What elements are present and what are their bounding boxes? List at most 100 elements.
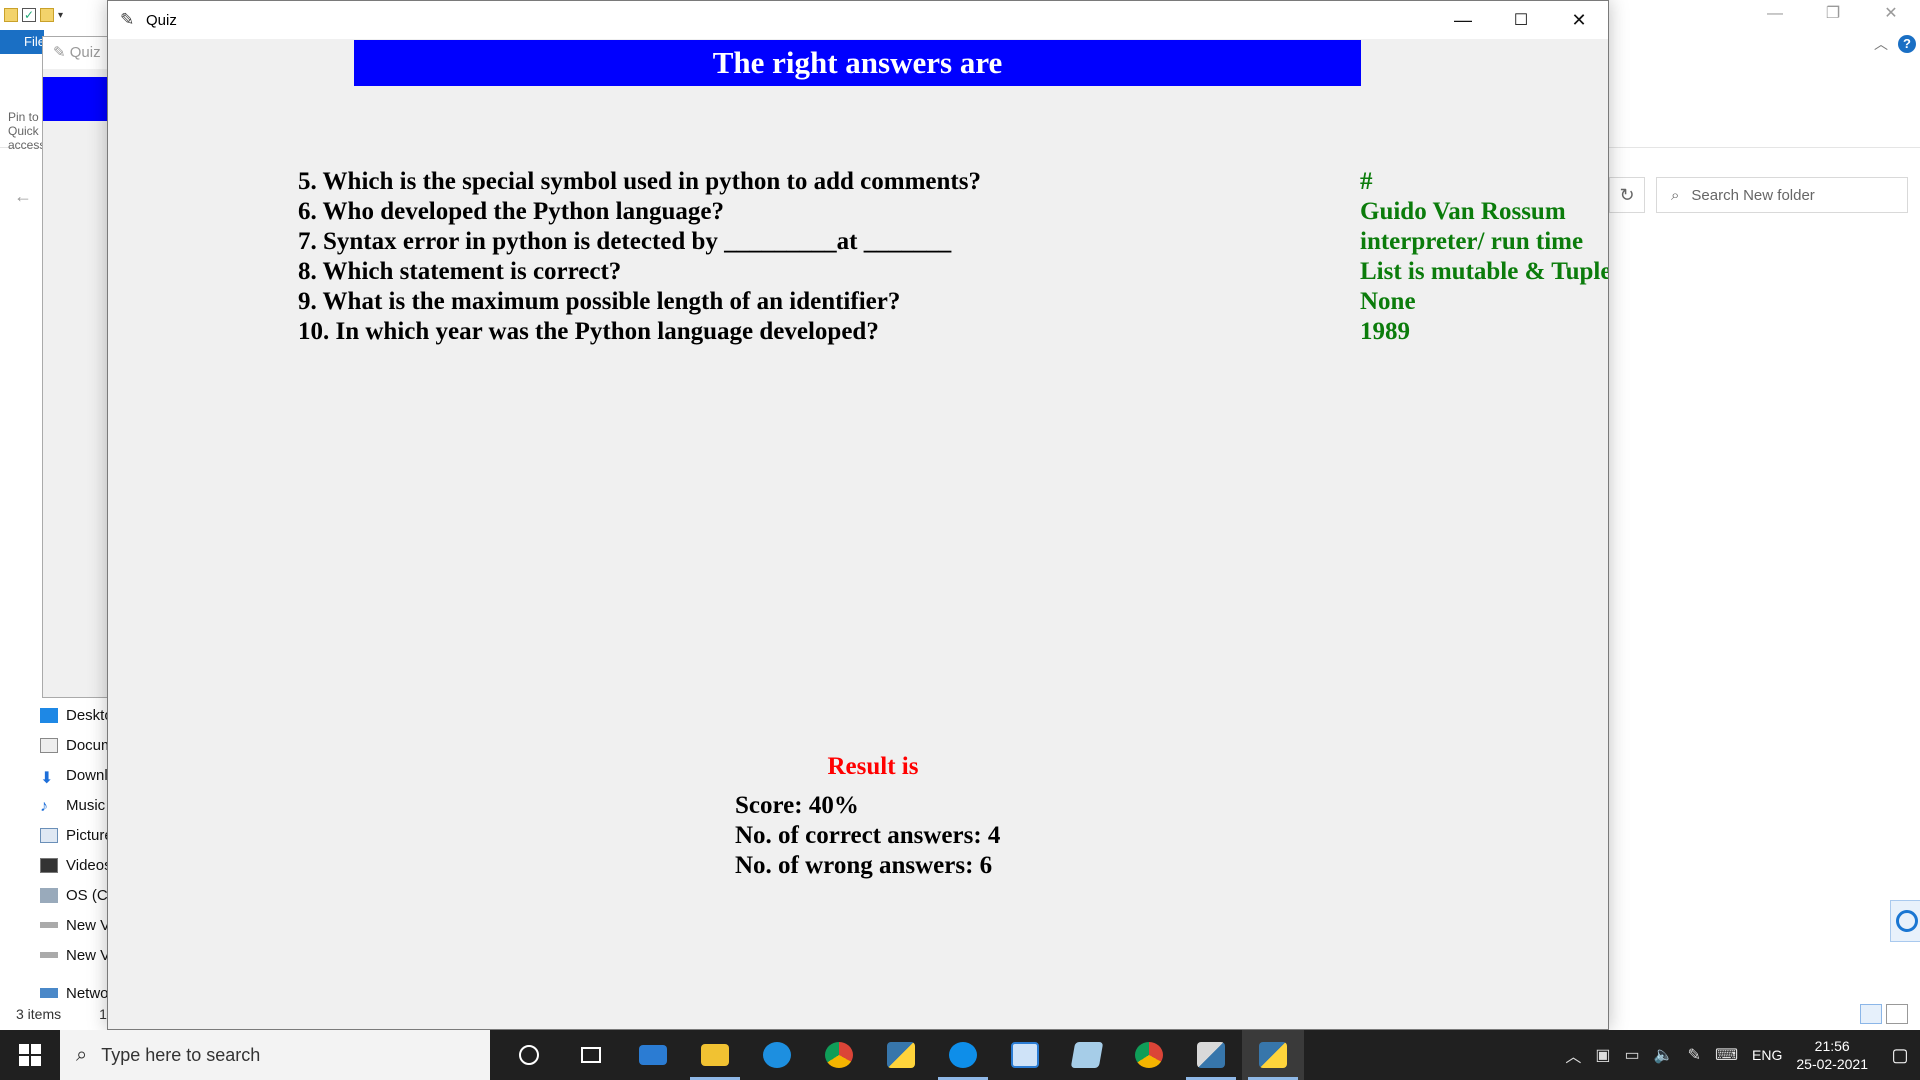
mail-glyph — [639, 1045, 667, 1065]
volume-icon[interactable]: 🔈 — [1654, 1045, 1674, 1065]
minimize-icon[interactable]: — — [1746, 0, 1804, 30]
chrome-glyph — [825, 1042, 853, 1068]
pin-quick-access-label[interactable]: Pin to Quick access — [8, 110, 42, 152]
nav-item-os-drive[interactable]: OS (C:) — [0, 880, 110, 910]
file-explorer-icon[interactable] — [684, 1030, 746, 1080]
start-button[interactable] — [0, 1030, 60, 1080]
back-arrow-icon[interactable]: ← — [14, 186, 32, 207]
teamviewer-side-icon[interactable] — [1890, 900, 1920, 942]
nav-label: Videos — [66, 856, 110, 874]
nav-label: Music — [66, 796, 106, 814]
battery-icon[interactable]: ▭ — [1624, 1045, 1639, 1065]
cortana-icon[interactable] — [498, 1030, 560, 1080]
downloads-icon: ⬇ — [40, 769, 54, 787]
collapse-ribbon-icon[interactable]: ︿ — [1874, 34, 1888, 54]
clock-time: 21:56 — [1814, 1038, 1850, 1054]
answer-item: None — [1360, 288, 1416, 315]
navigation-pane: Desktop Documents ⬇ Downloads ♪ Music Pict… — [0, 700, 110, 1008]
score-text: Score: 40% — [735, 792, 859, 819]
details-view-icon[interactable] — [1860, 1004, 1882, 1024]
python-idle-icon[interactable] — [870, 1030, 932, 1080]
network-icon — [40, 988, 58, 998]
wrong-count: No. of wrong answers: 6 — [735, 852, 993, 879]
close-button[interactable]: ✕ — [1550, 1, 1608, 39]
nav-item-documents[interactable]: Documents — [0, 730, 110, 760]
search-box[interactable]: ⌕ Search New folder — [1656, 177, 1908, 213]
pen-icon[interactable]: ✎ — [1688, 1045, 1701, 1065]
quick-access-toolbar: ✓ ▾ — [0, 0, 63, 30]
customize-chevron-icon[interactable]: ▾ — [58, 10, 63, 21]
item-count: 3 items — [16, 1006, 62, 1022]
clock[interactable]: 21:56 25-02-2021 — [1796, 1037, 1868, 1073]
notepad-icon[interactable] — [1056, 1030, 1118, 1080]
meet-now-icon[interactable]: ▣ — [1595, 1045, 1610, 1065]
answer-item: interpreter/ run time — [1360, 228, 1584, 255]
title-bar[interactable]: ✎ Quiz — ☐ ✕ — [108, 1, 1608, 39]
chrome-icon[interactable] — [1118, 1030, 1180, 1080]
task-view-glyph — [581, 1047, 601, 1063]
music-icon: ♪ — [40, 797, 48, 815]
videos-icon — [40, 857, 58, 873]
show-hidden-icons-chevron-icon[interactable]: ︿ — [1565, 1043, 1581, 1067]
result-title: Result is — [827, 753, 919, 780]
keyboard-icon[interactable]: ⌨ — [1715, 1045, 1738, 1065]
nav-item-videos[interactable]: Videos — [0, 850, 110, 880]
answer-item: # — [1360, 168, 1373, 195]
close-icon[interactable]: ✕ — [1862, 0, 1920, 30]
chrome-glyph — [1135, 1042, 1163, 1068]
answer-item: 1989 — [1360, 318, 1410, 345]
nav-label: New Volume — [66, 916, 110, 934]
window-title: Quiz — [146, 11, 177, 29]
new-folder-icon[interactable] — [40, 8, 54, 22]
clock-date: 25-02-2021 — [1796, 1056, 1868, 1072]
teamviewer-icon[interactable] — [932, 1030, 994, 1080]
nav-item-new-volume[interactable]: New Volume — [0, 910, 110, 940]
question-item: 5. Which is the special symbol used in p… — [298, 168, 981, 195]
properties-icon[interactable]: ✓ — [22, 8, 36, 22]
explorer-window-controls: — ❐ ✕ — [1746, 0, 1920, 30]
file-tab[interactable]: File — [0, 30, 44, 54]
result-summary: Score: 40% No. of correct answers: 4 No.… — [735, 791, 1000, 881]
drive-icon — [40, 887, 58, 903]
nav-label: Network — [66, 984, 110, 1002]
documents-icon — [40, 737, 58, 753]
refresh-icon[interactable]: ↻ — [1609, 177, 1645, 213]
help-icon[interactable]: ? — [1898, 35, 1916, 53]
maximize-button[interactable]: ☐ — [1492, 1, 1550, 39]
language-indicator[interactable]: ENG — [1752, 1047, 1782, 1063]
nav-item-downloads[interactable]: ⬇ Downloads — [0, 760, 110, 790]
large-icons-view-icon[interactable] — [1886, 1004, 1908, 1024]
nav-item-desktop[interactable]: Desktop — [0, 700, 110, 730]
task-view-icon[interactable] — [560, 1030, 622, 1080]
taskbar-search[interactable]: ⌕ Type here to search — [60, 1030, 490, 1080]
quiz-window: ✎ Quiz — ☐ ✕ The right answers are 5. Wh… — [107, 0, 1609, 1030]
restore-icon[interactable]: ❐ — [1804, 0, 1862, 30]
mail-icon[interactable] — [622, 1030, 684, 1080]
taskbar-apps — [498, 1030, 1304, 1080]
nav-item-network[interactable]: Network — [0, 978, 110, 1008]
quiz-content: The right answers are 5. Which is the sp… — [108, 39, 1608, 1029]
question-item: 6. Who developed the Python language? — [298, 198, 724, 225]
outlook-glyph — [1011, 1042, 1039, 1068]
close-icon: ✕ — [1571, 9, 1587, 30]
question-item: 10. In which year was the Python languag… — [298, 318, 879, 345]
nav-item-music[interactable]: ♪ Music — [0, 790, 110, 820]
correct-count: No. of correct answers: 4 — [735, 822, 1001, 849]
ribbon-controls: ︿ ? — [1874, 34, 1916, 54]
edge-glyph — [763, 1042, 791, 1068]
nav-label: Desktop — [66, 706, 110, 724]
python-icon[interactable] — [1180, 1030, 1242, 1080]
outlook-icon[interactable] — [994, 1030, 1056, 1080]
folder-icon[interactable] — [4, 8, 18, 22]
notification-center-icon[interactable]: ▢ — [1880, 1030, 1920, 1080]
nav-label: Pictures — [66, 826, 110, 844]
nav-item-new-volume-2[interactable]: New Volume — [0, 940, 110, 970]
nav-item-pictures[interactable]: Pictures — [0, 820, 110, 850]
minimize-button[interactable]: — — [1434, 1, 1492, 39]
python-idle-glyph — [887, 1042, 915, 1068]
chrome-icon[interactable] — [808, 1030, 870, 1080]
nav-label: New Volume — [66, 946, 110, 964]
python-tk-icon[interactable] — [1242, 1030, 1304, 1080]
answer-list: # Guido Van Rossum interpreter/ run time… — [1360, 167, 1608, 347]
edge-icon[interactable] — [746, 1030, 808, 1080]
